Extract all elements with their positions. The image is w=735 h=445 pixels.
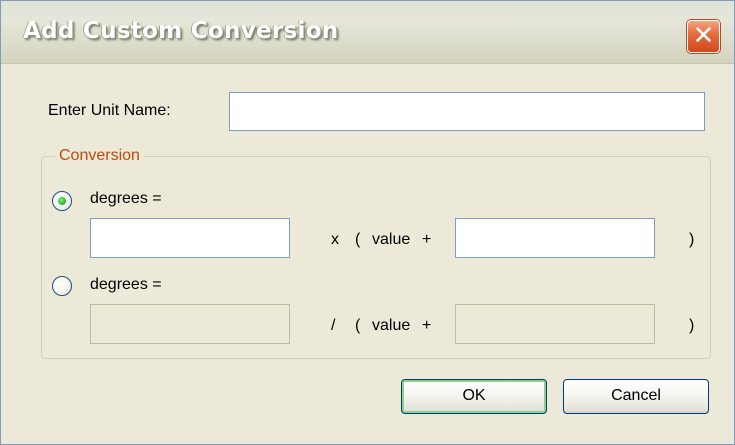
ok-button[interactable]: OK xyxy=(401,379,547,414)
multiply-offset-input[interactable] xyxy=(455,218,655,258)
open-paren-2: ( xyxy=(355,317,361,334)
radio-selected-dot xyxy=(58,197,66,205)
multiply-factor-input[interactable] xyxy=(90,218,290,258)
window-title: Add Custom Conversion xyxy=(23,18,339,44)
divide-factor-input[interactable] xyxy=(90,304,290,344)
unit-name-label: Enter Unit Name: xyxy=(48,102,171,119)
operator-multiply: x xyxy=(331,231,339,248)
dialog-window: Add Custom Conversion ✕ Enter Unit Name:… xyxy=(0,0,735,445)
open-paren-1: ( xyxy=(355,231,361,248)
divide-offset-input[interactable] xyxy=(455,304,655,344)
value-label-1: value xyxy=(372,231,411,248)
cancel-button[interactable]: Cancel xyxy=(563,379,709,414)
unit-name-input[interactable] xyxy=(229,92,705,131)
plus-sign-1: + xyxy=(422,231,432,248)
plus-sign-2: + xyxy=(422,317,432,334)
degrees-label-1: degrees = xyxy=(90,190,162,207)
close-paren-2: ) xyxy=(689,317,695,334)
radio-divide[interactable] xyxy=(52,276,72,296)
conversion-group-label: Conversion xyxy=(55,147,144,165)
degrees-label-2: degrees = xyxy=(90,276,162,293)
close-icon: ✕ xyxy=(692,21,715,51)
title-bar[interactable]: Add Custom Conversion ✕ xyxy=(1,1,734,64)
close-paren-1: ) xyxy=(689,231,695,248)
operator-divide: / xyxy=(331,317,336,334)
value-label-2: value xyxy=(372,317,411,334)
radio-multiply[interactable] xyxy=(52,191,72,211)
close-button[interactable]: ✕ xyxy=(687,20,720,53)
